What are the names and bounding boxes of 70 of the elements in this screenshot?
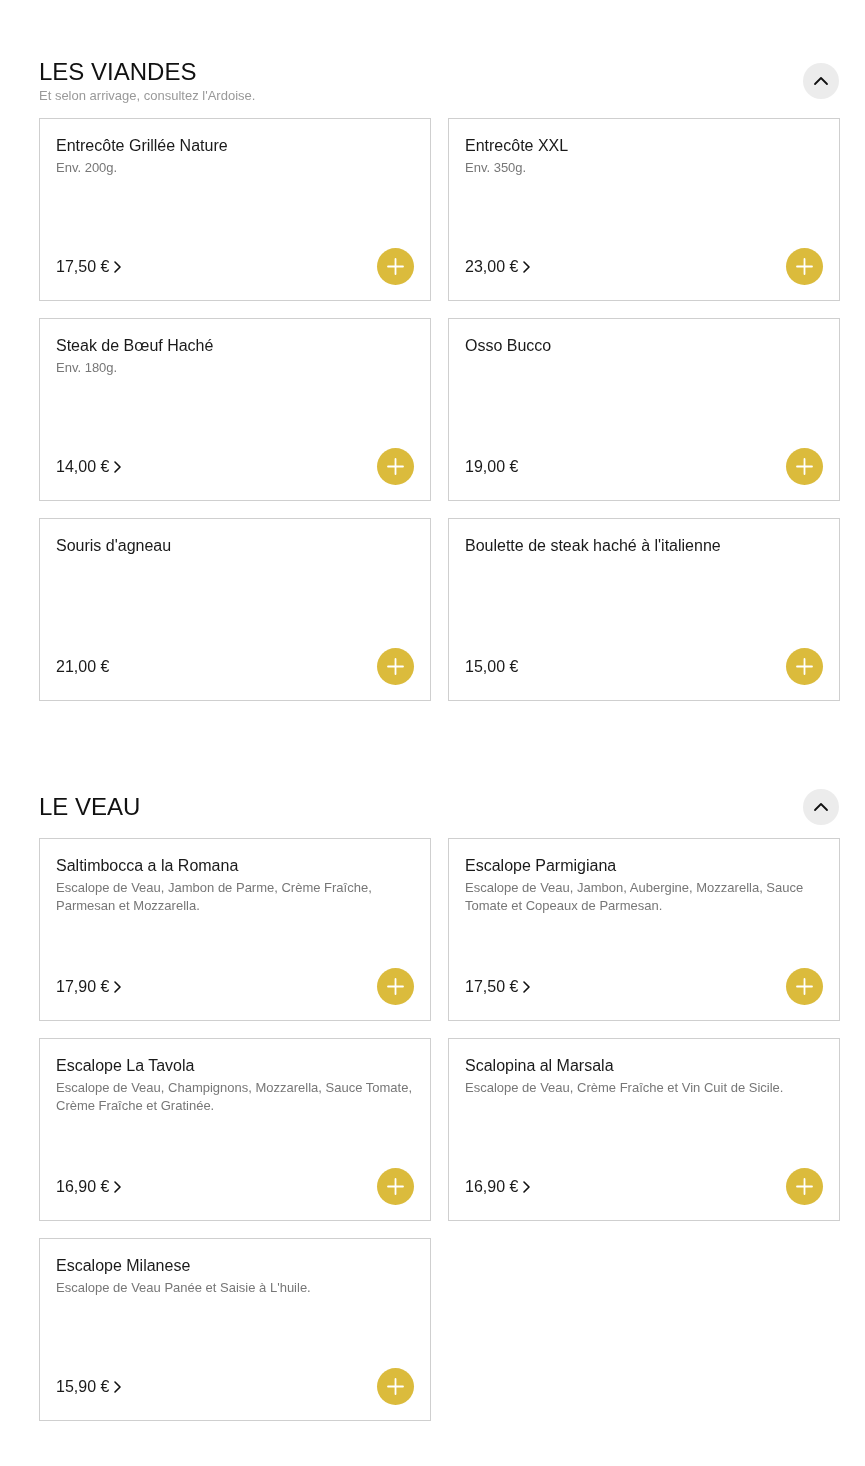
item-description: Env. 200g. [56,159,119,177]
menu-item-card[interactable]: Osso Bucco 19,00 € [448,318,840,501]
plus-icon [796,258,813,275]
chevron-up-icon [813,801,829,813]
add-button[interactable] [377,648,414,685]
item-name: Entrecôte Grillée Nature [56,136,229,156]
plus-icon [796,658,813,675]
item-price: 14,00 € [56,456,110,477]
item-price: 16,90 € [56,1176,110,1197]
item-name: Steak de Bœuf Haché [56,336,215,356]
menu-item-card[interactable]: Escalope Parmigiana Escalope de Veau, Jambon, Aubergine, Mozzarella, Sauce Tomate et Copeaux de Parmesan. 17,50 € [448,838,840,1021]
add-button[interactable] [377,248,414,285]
menu-item-card[interactable]: Entrecôte XXL Env. 350g. 23,00 € [448,118,840,301]
item-price: 17,50 € [465,976,519,997]
item-description: Env. 350g. [465,159,528,177]
add-button[interactable] [377,1168,414,1205]
item-name: Souris d'agneau [56,536,173,556]
collapse-button[interactable] [803,63,839,99]
item-price: 15,00 € [465,656,519,677]
item-name: Escalope Parmigiana [465,856,618,876]
menu-item-card[interactable]: Steak de Bœuf Haché Env. 180g. 14,00 € [39,318,431,501]
item-description: Escalope de Veau Panée et Saisie à L'huile. [56,1279,312,1297]
collapse-button[interactable] [803,789,839,825]
item-price: 23,00 € [465,256,519,277]
item-price: 16,90 € [465,1176,519,1197]
item-description: Escalope de Veau, Jambon, Aubergine, Mozzarella, Sauce Tomate et Copeaux de Parmesan. [465,879,805,915]
menu-item-card[interactable]: Entrecôte Grillée Nature Env. 200g. 17,50 € [39,118,431,301]
item-price: 15,90 € [56,1376,110,1397]
plus-icon [387,258,404,275]
item-description: Escalope de Veau, Crème Fraîche et Vin Cuit de Sicile. [465,1079,785,1097]
plus-icon [796,978,813,995]
item-price: 21,00 € [56,656,110,677]
item-name: Saltimbocca a la Romana [56,856,240,876]
item-name: Scalopina al Marsala [465,1056,615,1076]
item-description: Escalope de Veau, Champignons, Mozzarella, Sauce Tomate, Crème Fraîche et Gratinée. [56,1079,414,1115]
chevron-up-icon [813,75,829,87]
item-name: Escalope Milanese [56,1256,192,1276]
add-button[interactable] [786,248,823,285]
menu-item-card[interactable]: Saltimbocca a la Romana Escalope de Veau, Jambon de Parme, Crème Fraîche, Parmesan et Mozzarella. 17,90 € [39,838,431,1021]
plus-icon [387,1178,404,1195]
section-subtitle: Et selon arrivage, consultez l'Ardoise. [39,87,256,105]
item-price: 19,00 € [465,456,519,477]
add-button[interactable] [377,448,414,485]
add-button[interactable] [377,1368,414,1405]
item-price: 17,50 € [56,256,110,277]
plus-icon [387,658,404,675]
menu-item-card[interactable]: Escalope Milanese Escalope de Veau Panée et Saisie à L'huile. 15,90 € [39,1238,431,1421]
item-name: Escalope La Tavola [56,1056,196,1076]
item-description: Escalope de Veau, Jambon de Parme, Crème Fraîche, Parmesan et Mozzarella. [56,879,373,915]
menu-item-card[interactable]: Scalopina al Marsala Escalope de Veau, Crème Fraîche et Vin Cuit de Sicile. 16,90 € [448,1038,840,1221]
item-name: Boulette de steak haché à l'italienne [465,536,722,556]
item-price: 17,90 € [56,976,110,997]
section-title: LE VEAU [39,792,141,822]
menu-item-card[interactable]: Boulette de steak haché à l'italienne 15,00 € [448,518,840,701]
add-button[interactable] [786,968,823,1005]
plus-icon [387,978,404,995]
add-button[interactable] [786,448,823,485]
item-name: Osso Bucco [465,336,553,356]
add-button[interactable] [377,968,414,1005]
plus-icon [387,458,404,475]
item-description: Env. 180g. [56,359,119,377]
plus-icon [387,1378,404,1395]
add-button[interactable] [786,648,823,685]
menu-item-card[interactable]: Souris d'agneau 21,00 € [39,518,431,701]
plus-icon [796,1178,813,1195]
add-button[interactable] [786,1168,823,1205]
section-title: LES VIANDES [39,57,198,87]
item-name: Entrecôte XXL [465,136,570,156]
menu-item-card[interactable]: Escalope La Tavola Escalope de Veau, Champignons, Mozzarella, Sauce Tomate, Crème Fraîche et Gratinée. 16,90 € [39,1038,431,1221]
plus-icon [796,458,813,475]
